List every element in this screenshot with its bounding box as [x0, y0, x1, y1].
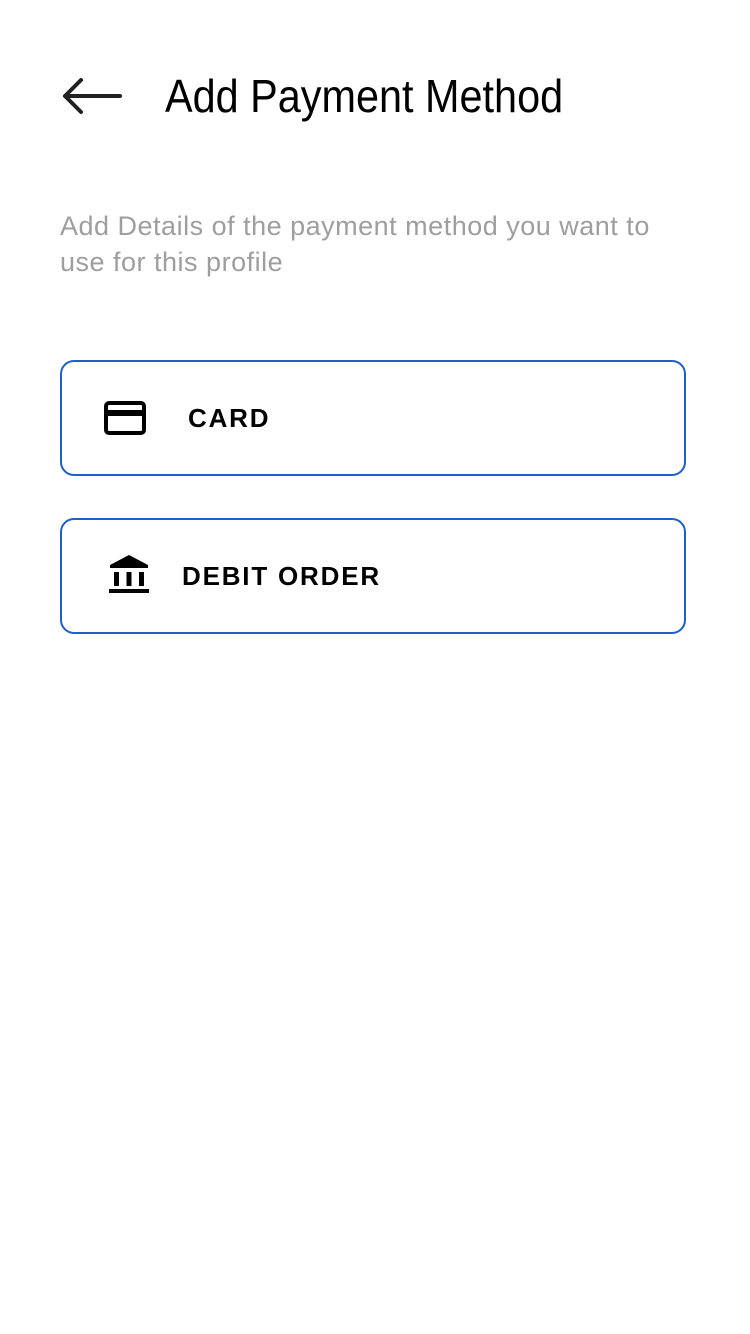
screen: Add Payment Method Add Details of the pa… [0, 0, 750, 1334]
debit-order-option-label: DEBIT ORDER [182, 561, 381, 591]
page-title: Add Payment Method [165, 70, 564, 122]
bank-icon [108, 520, 150, 632]
card-option-button[interactable]: CARD [60, 360, 686, 476]
header: Add Payment Method [0, 0, 750, 180]
debit-order-option-button[interactable]: DEBIT ORDER [60, 518, 686, 634]
back-button[interactable] [50, 66, 134, 126]
page-description: Add Details of the payment method you wa… [60, 211, 650, 277]
card-option-label: CARD [188, 403, 271, 433]
credit-card-icon [104, 362, 146, 474]
arrow-left-icon [63, 78, 122, 114]
